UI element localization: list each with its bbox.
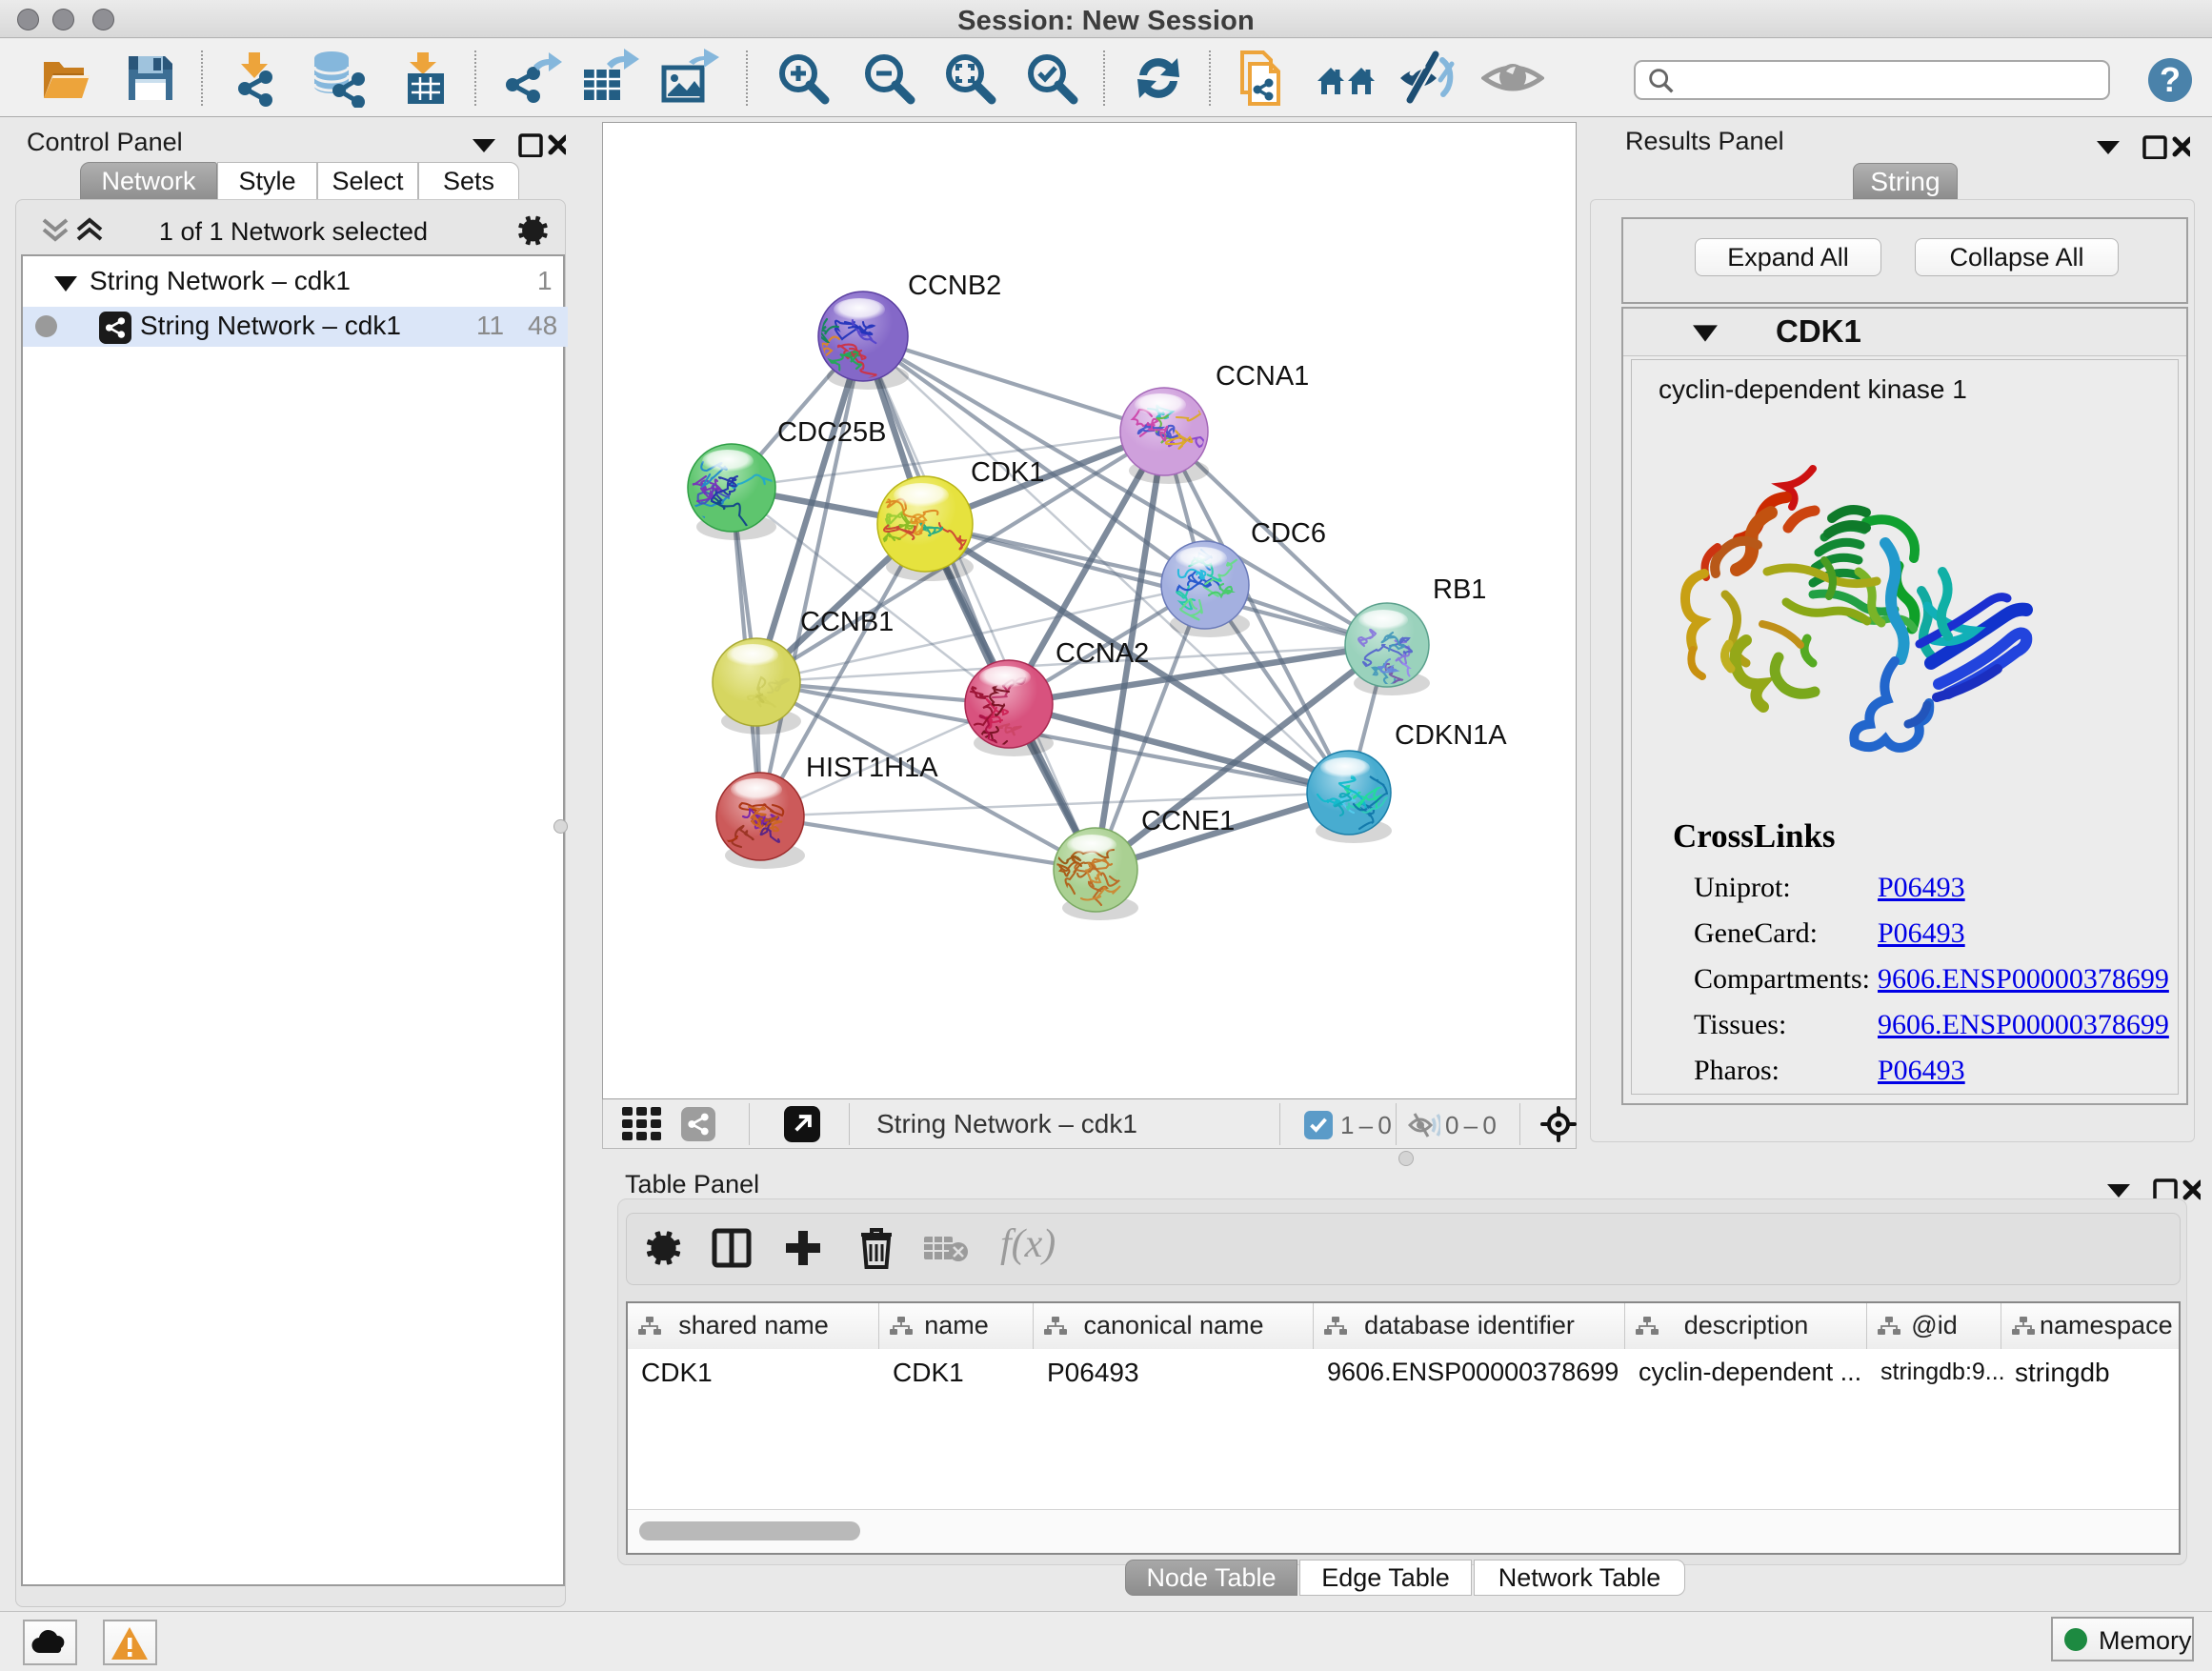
svg-text:CCNB1: CCNB1 bbox=[800, 607, 894, 637]
svg-text:CDC6: CDC6 bbox=[1251, 518, 1326, 549]
svg-text:CDK1: CDK1 bbox=[971, 457, 1044, 488]
svg-text:CCNA1: CCNA1 bbox=[1216, 361, 1309, 392]
svg-text:RB1: RB1 bbox=[1433, 574, 1486, 605]
svg-text:HIST1H1A: HIST1H1A bbox=[806, 753, 938, 783]
svg-text:CDC25B: CDC25B bbox=[777, 417, 886, 448]
svg-text:CCNA2: CCNA2 bbox=[1056, 638, 1149, 669]
svg-text:CCNE1: CCNE1 bbox=[1141, 806, 1235, 836]
svg-text:CDKN1A: CDKN1A bbox=[1395, 720, 1507, 751]
svg-text:CCNB2: CCNB2 bbox=[908, 271, 1001, 301]
